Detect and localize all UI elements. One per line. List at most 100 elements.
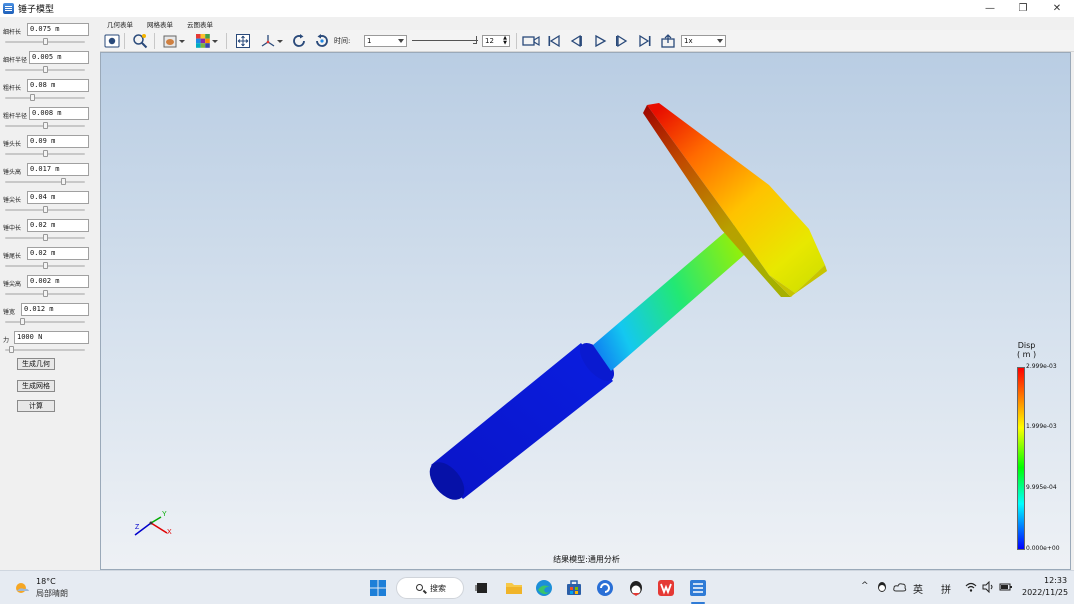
x-axis-label: X — [167, 529, 172, 536]
prev-frame-icon[interactable] — [568, 33, 584, 49]
legend-title-text: Disp — [1017, 341, 1036, 350]
battery-icon[interactable] — [999, 581, 1013, 593]
y-axis-label: Y — [162, 511, 167, 518]
param-input[interactable]: 0.02 m — [27, 247, 89, 260]
next-frame-icon[interactable] — [614, 33, 630, 49]
render-mode-icon[interactable] — [162, 33, 178, 49]
tray-cloud-icon[interactable] — [893, 581, 907, 593]
legend-title: Disp ( m ) — [1017, 341, 1036, 359]
hammer-app-taskbar-icon[interactable] — [688, 578, 708, 598]
compute-button[interactable]: 计算 — [17, 400, 55, 412]
edge-browser-icon[interactable] — [534, 578, 554, 598]
app-swirl-icon[interactable] — [595, 578, 615, 598]
file-explorer-icon[interactable] — [504, 578, 524, 598]
time-select[interactable]: 1 — [364, 35, 407, 47]
weather-icon[interactable] — [14, 579, 30, 595]
task-view-icon[interactable] — [472, 578, 492, 598]
wps-icon[interactable] — [656, 578, 676, 598]
weather-temperature: 18°C — [36, 577, 56, 586]
param-slider-handle[interactable] — [43, 66, 48, 73]
window-title: 锤子模型 — [18, 5, 55, 15]
ime-language-indicator[interactable]: 英 — [913, 581, 923, 596]
toolbar: 时间: 1 12 ▲ ▼ 1x — [100, 30, 1074, 52]
param-slider-track[interactable] — [5, 181, 85, 183]
tray-overflow-chevron-icon[interactable]: ^ — [861, 581, 869, 591]
export-icon[interactable] — [660, 33, 676, 49]
param-slider-handle[interactable] — [43, 122, 48, 129]
param-input[interactable]: 0.005 m — [29, 51, 89, 64]
param-input[interactable]: 0.008 m — [29, 107, 89, 120]
param-slider-track[interactable] — [5, 97, 85, 99]
param-label: 细杆长 — [3, 29, 22, 36]
param-row: 锤宽 0.012 m — [2, 302, 98, 330]
reset-view-icon[interactable] — [314, 33, 330, 49]
maximize-button[interactable]: ❐ — [1006, 0, 1040, 17]
last-frame-icon[interactable] — [637, 33, 653, 49]
toolbar-separator — [124, 33, 125, 49]
toolbar-separator — [154, 33, 155, 49]
tab-mesh[interactable]: 网格表单 — [147, 19, 173, 29]
wifi-icon[interactable] — [965, 581, 977, 593]
taskbar-search[interactable]: 搜索 — [396, 577, 464, 599]
clock-date[interactable]: 2022/11/25 — [1022, 588, 1068, 597]
chevron-down-icon[interactable] — [211, 33, 219, 49]
frame-spinbox[interactable]: 12 ▲ ▼ — [482, 35, 510, 47]
first-frame-icon[interactable] — [546, 33, 562, 49]
param-input[interactable]: 0.02 m — [27, 219, 89, 232]
axis-view-icon[interactable] — [260, 33, 276, 49]
param-slider-handle[interactable] — [43, 150, 48, 157]
store-icon[interactable] — [564, 578, 584, 598]
generate-mesh-button[interactable]: 生成网格 — [17, 380, 55, 392]
param-slider-track[interactable] — [5, 321, 85, 323]
ime-mode-indicator[interactable]: 拼 — [941, 581, 951, 596]
param-input[interactable]: 0.075 m — [27, 23, 89, 36]
param-input[interactable]: 0.012 m — [21, 303, 89, 316]
fit-view-icon[interactable] — [235, 33, 251, 49]
param-input[interactable]: 0.08 m — [27, 79, 89, 92]
close-button[interactable]: ✕ — [1040, 0, 1074, 17]
generate-geometry-button[interactable]: 生成几何 — [17, 358, 55, 370]
tab-contour[interactable]: 云图表单 — [187, 19, 213, 29]
param-slider-handle[interactable] — [30, 94, 35, 101]
qq-icon[interactable] — [626, 578, 646, 598]
param-slider-handle[interactable] — [61, 178, 66, 185]
param-row: 细杆长 0.075 m — [2, 22, 98, 50]
rotate-icon[interactable] — [291, 33, 307, 49]
3d-viewport[interactable]: Y X Z Disp ( m ) 2.999e-03 1.999e-03 9.9… — [100, 52, 1071, 570]
contour-icon[interactable] — [195, 33, 211, 49]
param-slider-handle[interactable] — [43, 234, 48, 241]
param-slider-handle[interactable] — [43, 38, 48, 45]
hammer-shaft — [593, 227, 751, 371]
param-slider-handle[interactable] — [43, 290, 48, 297]
speaker-icon[interactable] — [982, 581, 994, 593]
start-menu-icon[interactable] — [368, 578, 388, 598]
param-slider-handle[interactable] — [43, 206, 48, 213]
minimize-button[interactable]: — — [973, 0, 1007, 17]
zoom-fit-icon[interactable] — [132, 33, 148, 49]
param-row: 锤头长 0.09 m — [2, 134, 98, 162]
param-slider-handle[interactable] — [43, 262, 48, 269]
param-input[interactable]: 0.002 m — [27, 275, 89, 288]
chevron-down-icon[interactable] — [178, 33, 186, 49]
z-axis-label: Z — [135, 524, 140, 531]
play-icon[interactable] — [592, 33, 608, 49]
time-select-value: 1 — [367, 37, 372, 45]
param-input[interactable]: 1000 N — [14, 331, 89, 344]
tray-qq-icon[interactable] — [876, 581, 888, 593]
param-row: 锤中长 0.02 m — [2, 218, 98, 246]
time-slider-handle[interactable] — [473, 36, 477, 44]
tab-geometry[interactable]: 几何表单 — [107, 19, 133, 29]
record-icon[interactable] — [522, 33, 540, 49]
screenshot-icon[interactable] — [104, 33, 120, 49]
param-slider-handle[interactable] — [20, 318, 25, 325]
param-input[interactable]: 0.017 m — [27, 163, 89, 176]
speed-select[interactable]: 1x — [681, 35, 726, 47]
param-input[interactable]: 0.04 m — [27, 191, 89, 204]
param-input[interactable]: 0.09 m — [27, 135, 89, 148]
time-slider-track[interactable] — [412, 40, 478, 41]
legend-tick-min: 0.000e+00 — [1026, 545, 1060, 552]
param-slider-handle[interactable] — [9, 346, 14, 353]
param-slider-track[interactable] — [5, 349, 85, 351]
chevron-down-icon[interactable] — [276, 33, 284, 49]
clock-time[interactable]: 12:33 — [1044, 576, 1067, 585]
